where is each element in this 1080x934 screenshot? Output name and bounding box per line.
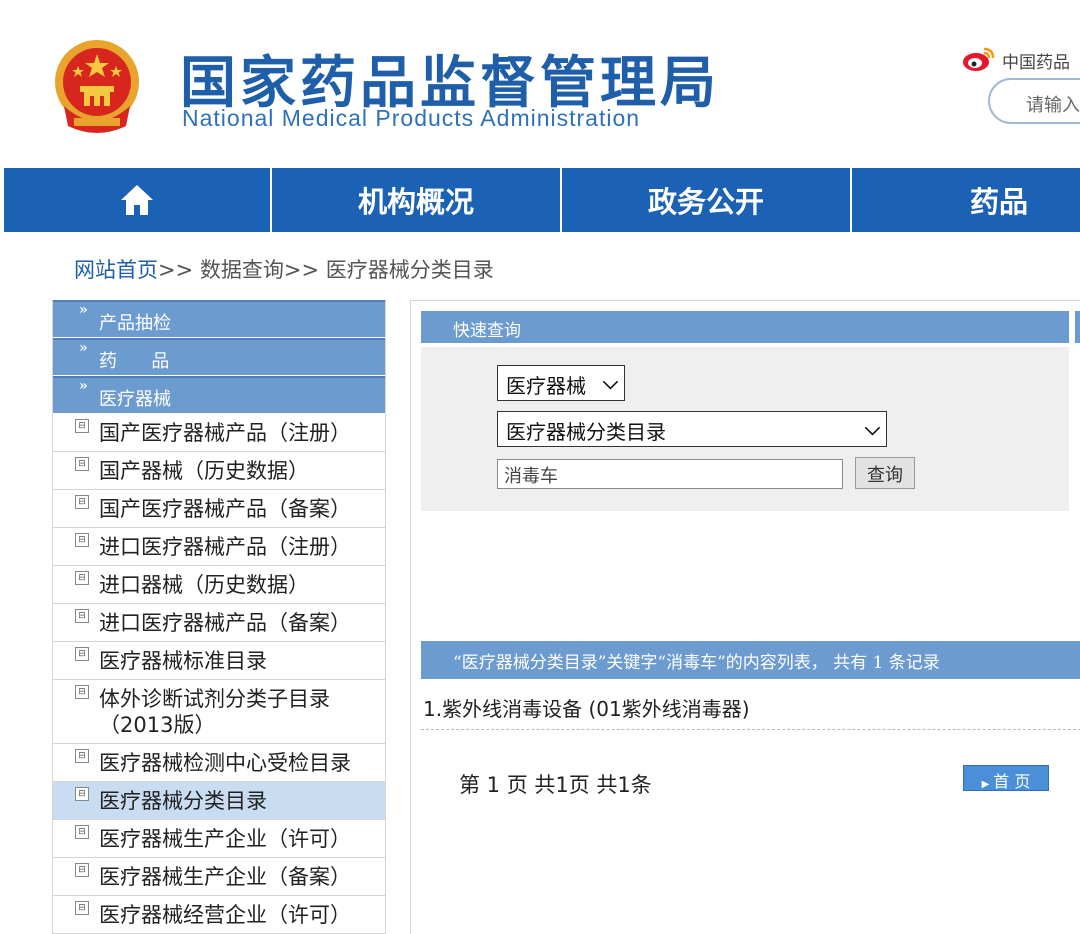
document-icon: ⊟ bbox=[75, 863, 89, 877]
first-page-label: 首 页 bbox=[993, 772, 1031, 791]
chevron-down-icon: ⌵ bbox=[864, 416, 880, 440]
sidebar-item[interactable]: ⊟ 国产医疗器械产品（注册） bbox=[53, 414, 385, 452]
document-icon: ⊟ bbox=[75, 571, 89, 585]
document-icon: ⊟ bbox=[75, 685, 89, 699]
weibo-link[interactable]: 中国药品 bbox=[962, 44, 1080, 74]
weibo-label: 中国药品 bbox=[1002, 53, 1070, 73]
quick-search-form: 医疗器械 ⌵ 医疗器械分类目录 ⌵ 消毒车 查询 bbox=[421, 347, 1069, 511]
sidebar-item[interactable]: ⊟ 进口器械（历史数据） bbox=[53, 566, 385, 604]
first-page-button[interactable]: ▶ 首 页 bbox=[963, 765, 1049, 791]
sidebar-item-label: 医疗器械分类目录 bbox=[99, 789, 267, 813]
sidebar-item[interactable]: ⊟ 医疗器械生产企业（许可） bbox=[53, 820, 385, 858]
main-panel: 快速查询 医疗器械 ⌵ 医疗器械分类目录 ⌵ 消毒车 查询 “医疗器械分类目录”… bbox=[410, 300, 1080, 934]
sidebar: » 产品抽检 » 药 品 » 医疗器械 ⊟ 国产医疗器械产品（注册） ⊟ 国产器械（… bbox=[52, 300, 386, 934]
sidebar-category-label: 医疗器械 bbox=[99, 389, 171, 410]
category-select-value: 医疗器械 bbox=[506, 374, 586, 398]
sidebar-item[interactable]: ⊟ 医疗器械标准目录 bbox=[53, 642, 385, 680]
chevron-down-icon: ⌵ bbox=[602, 370, 618, 394]
quick-search-title: 快速查询 bbox=[421, 311, 1069, 343]
sidebar-category-label: 药 品 bbox=[99, 351, 170, 372]
sidebar-item[interactable]: ⊟ 医疗器械经营企业（许可） bbox=[53, 896, 385, 934]
breadcrumb-path: >> 数据查询>> 医疗器械分类目录 bbox=[158, 258, 494, 282]
double-chevron-icon: » bbox=[79, 340, 88, 356]
sidebar-item-label: 医疗器械生产企业（许可） bbox=[99, 827, 351, 851]
sidebar-item-label: 国产医疗器械产品（注册） bbox=[99, 421, 351, 445]
result-divider bbox=[421, 729, 1080, 730]
sidebar-item[interactable]: ⊟ 国产器械（历史数据） bbox=[53, 452, 385, 490]
pager-info: 第 1 页 共1页 共1条 bbox=[459, 773, 652, 797]
nav-organization[interactable]: 机构概况 bbox=[272, 168, 562, 232]
document-icon: ⊟ bbox=[75, 825, 89, 839]
document-icon: ⊟ bbox=[75, 609, 89, 623]
document-icon: ⊟ bbox=[75, 495, 89, 509]
document-icon: ⊟ bbox=[75, 647, 89, 661]
quick-search-title-stub bbox=[1075, 311, 1080, 343]
nav-home[interactable] bbox=[4, 168, 272, 232]
site-search-input[interactable]: 请输入 bbox=[988, 78, 1080, 124]
sidebar-item-label: 医疗器械生产企业（备案） bbox=[99, 865, 351, 889]
sidebar-item[interactable]: ⊟ 医疗器械检测中心受检目录 bbox=[53, 744, 385, 782]
document-icon: ⊟ bbox=[75, 457, 89, 471]
result-list-item[interactable]: 1.紫外线消毒设备 (01紫外线消毒器) bbox=[423, 693, 750, 722]
site-header: 国家药品监督管理局 National Medical Products Admi… bbox=[0, 0, 1080, 168]
breadcrumb-home-link[interactable]: 网站首页 bbox=[74, 258, 158, 282]
sidebar-category-label: 产品抽检 bbox=[99, 313, 171, 334]
sidebar-item-label: 进口器械（历史数据） bbox=[99, 573, 309, 597]
double-chevron-icon: » bbox=[79, 302, 88, 318]
sidebar-item[interactable]: ⊟ 体外诊断试剂分类子目录（2013版） bbox=[53, 680, 385, 744]
sidebar-item-label: 医疗器械标准目录 bbox=[99, 649, 267, 673]
sidebar-item[interactable]: ⊟ 国产医疗器械产品（备案） bbox=[53, 490, 385, 528]
document-icon: ⊟ bbox=[75, 749, 89, 763]
database-select-value: 医疗器械分类目录 bbox=[506, 420, 666, 444]
sidebar-item-label: 医疗器械经营企业（许可） bbox=[99, 903, 351, 927]
document-icon: ⊟ bbox=[75, 787, 89, 801]
sidebar-item-label: 国产器械（历史数据） bbox=[99, 459, 309, 483]
keyword-input-value: 消毒车 bbox=[504, 466, 558, 487]
sidebar-category-sampling[interactable]: » 产品抽检 bbox=[53, 300, 385, 338]
sidebar-item-label: 国产医疗器械产品（备案） bbox=[99, 497, 351, 521]
sidebar-item-active[interactable]: ⊟ 医疗器械分类目录 bbox=[53, 782, 385, 820]
double-chevron-icon: » bbox=[79, 378, 88, 394]
sidebar-item-label: 进口医疗器械产品（备案） bbox=[99, 611, 351, 635]
sidebar-item[interactable]: ⊟ 进口医疗器械产品（注册） bbox=[53, 528, 385, 566]
nav-government-affairs[interactable]: 政务公开 bbox=[562, 168, 852, 232]
database-select[interactable]: 医疗器械分类目录 ⌵ bbox=[497, 411, 887, 447]
sidebar-item-label: 进口医疗器械产品（注册） bbox=[99, 535, 351, 559]
sidebar-category-devices[interactable]: » 医疗器械 bbox=[53, 376, 385, 414]
result-list-header: “医疗器械分类目录”关键字“消毒车”的内容列表， 共有 1 条记录 bbox=[421, 641, 1080, 679]
main-nav: 机构概况 政务公开 药品 bbox=[4, 168, 1080, 232]
document-icon: ⊟ bbox=[75, 533, 89, 547]
national-emblem-icon bbox=[55, 40, 139, 133]
site-title-en: National Medical Products Administration bbox=[182, 105, 641, 131]
document-icon: ⊟ bbox=[75, 901, 89, 915]
breadcrumb: 网站首页>> 数据查询>> 医疗器械分类目录 bbox=[74, 254, 494, 284]
home-icon bbox=[121, 185, 153, 215]
sidebar-item-label: 医疗器械检测中心受检目录 bbox=[99, 751, 351, 775]
sidebar-item[interactable]: ⊟ 医疗器械生产企业（备案） bbox=[53, 858, 385, 896]
play-triangle-icon: ▶ bbox=[981, 779, 990, 790]
site-search-placeholder: 请输入 bbox=[1026, 95, 1080, 116]
document-icon: ⊟ bbox=[75, 419, 89, 433]
keyword-input[interactable]: 消毒车 bbox=[497, 459, 843, 489]
weibo-icon bbox=[963, 47, 995, 71]
sidebar-category-drugs[interactable]: » 药 品 bbox=[53, 338, 385, 376]
sidebar-item[interactable]: ⊟ 进口医疗器械产品（备案） bbox=[53, 604, 385, 642]
category-select[interactable]: 医疗器械 ⌵ bbox=[497, 365, 625, 401]
sidebar-item-label: 体外诊断试剂分类子目录（2013版） bbox=[99, 687, 330, 737]
nav-drugs[interactable]: 药品 bbox=[852, 168, 1080, 232]
query-button[interactable]: 查询 bbox=[855, 457, 915, 489]
